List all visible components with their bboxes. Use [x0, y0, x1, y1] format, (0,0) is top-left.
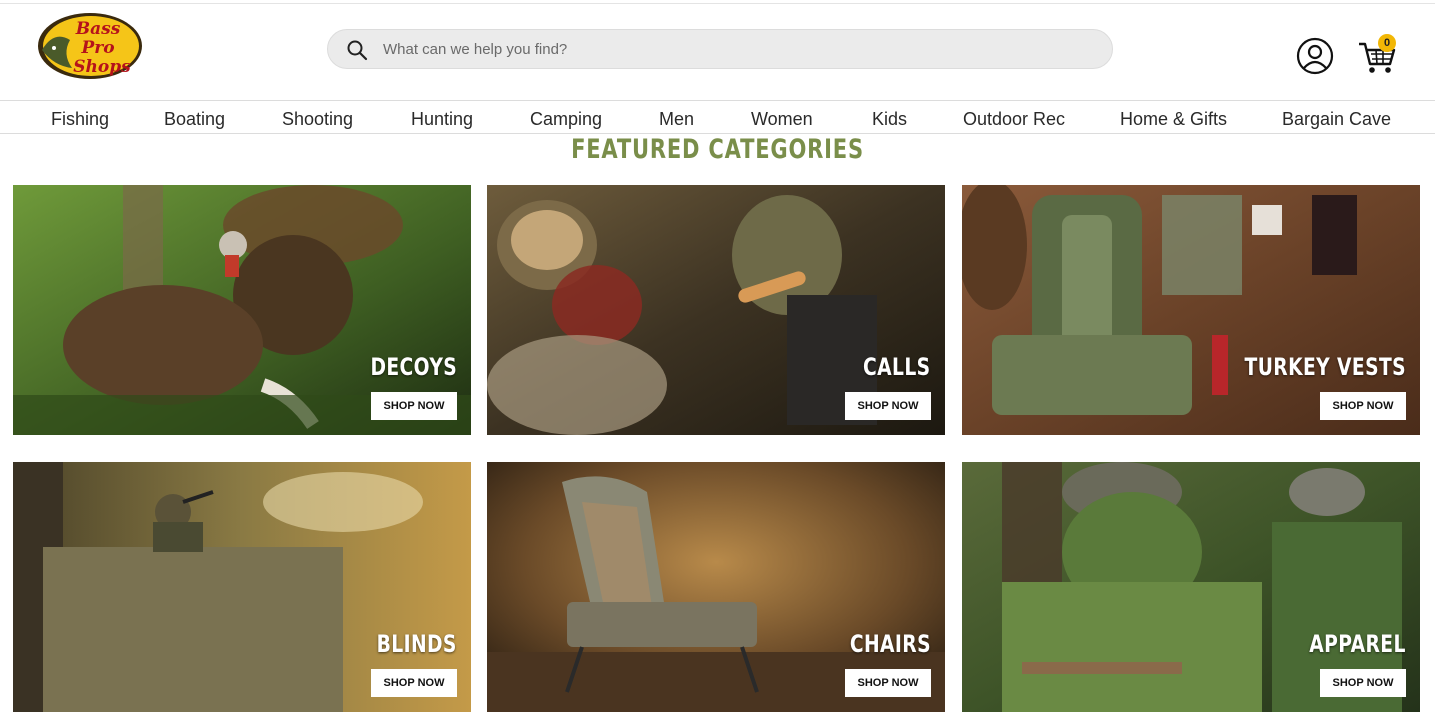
nav-item-fishing[interactable]: Fishing [51, 109, 109, 130]
nav-item-women[interactable]: Women [751, 109, 813, 130]
category-tile-decoys[interactable]: DECOYS SHOP NOW [13, 185, 471, 435]
nav-item-kids[interactable]: Kids [872, 109, 907, 130]
featured-categories-title: FEATURED CATEGORIES [571, 134, 864, 165]
nav-item-home-gifts[interactable]: Home & Gifts [1120, 109, 1227, 130]
tile-label-blinds: BLINDS [376, 630, 457, 658]
category-tile-turkey-vests[interactable]: TURKEY VESTS SHOP NOW [962, 185, 1420, 435]
nav-item-men[interactable]: Men [659, 109, 694, 130]
svg-text:Shops: Shops [73, 57, 131, 77]
nav-item-outdoor-rec[interactable]: Outdoor Rec [963, 109, 1065, 130]
nav-item-shooting[interactable]: Shooting [282, 109, 353, 130]
nav-item-camping[interactable]: Camping [530, 109, 602, 130]
main-navigation: Fishing Boating Shooting Hunting Camping… [0, 100, 1435, 134]
svg-text:Bass: Bass [75, 19, 121, 39]
cart-count-badge: 0 [1378, 34, 1396, 52]
svg-text:Pro: Pro [80, 38, 114, 58]
nav-item-hunting[interactable]: Hunting [411, 109, 473, 130]
search-input[interactable] [383, 30, 1083, 68]
nav-item-bargain-cave[interactable]: Bargain Cave [1282, 109, 1391, 130]
tile-label-calls: CALLS [863, 353, 931, 381]
site-header: Bass Pro Shops [0, 4, 1435, 100]
bass-pro-shops-logo[interactable]: Bass Pro Shops [36, 10, 144, 80]
nav-item-boating[interactable]: Boating [164, 109, 225, 130]
tile-label-decoys: DECOYS [370, 353, 457, 381]
tile-label-chairs: CHAIRS [849, 630, 931, 658]
search-icon[interactable] [346, 39, 368, 61]
shop-now-turkey-vests-button[interactable]: SHOP NOW [1320, 392, 1406, 420]
shop-now-calls-button[interactable]: SHOP NOW [845, 392, 931, 420]
account-icon[interactable] [1296, 37, 1334, 75]
shop-now-blinds-button[interactable]: SHOP NOW [371, 669, 457, 697]
category-tile-apparel[interactable]: APPAREL SHOP NOW [962, 462, 1420, 712]
search-bar[interactable] [327, 29, 1113, 69]
tile-label-apparel: APPAREL [1309, 630, 1406, 658]
shop-now-apparel-button[interactable]: SHOP NOW [1320, 669, 1406, 697]
category-tile-calls[interactable]: CALLS SHOP NOW [487, 185, 945, 435]
shop-now-chairs-button[interactable]: SHOP NOW [845, 669, 931, 697]
shop-now-decoys-button[interactable]: SHOP NOW [371, 392, 457, 420]
category-tile-blinds[interactable]: BLINDS SHOP NOW [13, 462, 471, 712]
tile-label-turkey-vests: TURKEY VESTS [1244, 353, 1406, 381]
category-tile-chairs[interactable]: CHAIRS SHOP NOW [487, 462, 945, 712]
